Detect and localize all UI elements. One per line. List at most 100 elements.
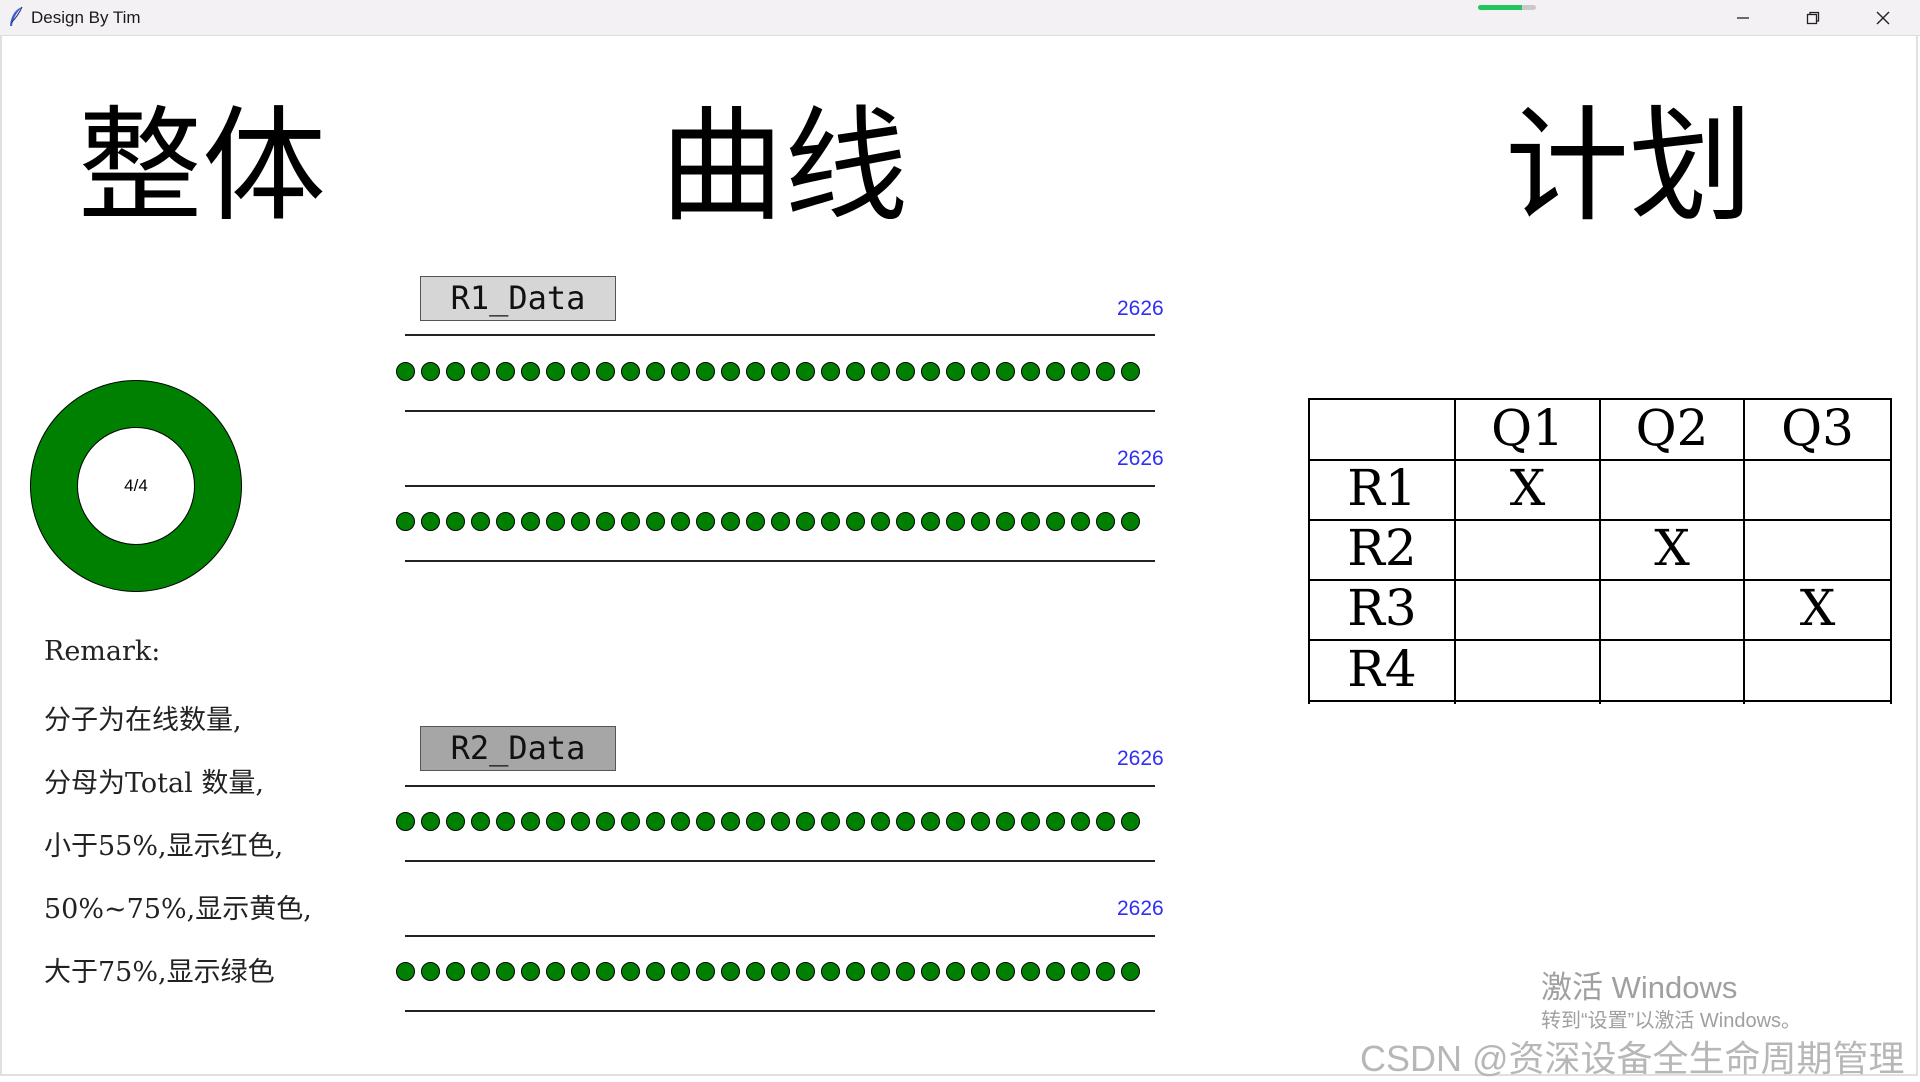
r2-data-button[interactable]: R2_Data <box>420 726 616 771</box>
status-dot <box>871 962 890 981</box>
status-dot <box>821 512 840 531</box>
status-dot <box>596 812 615 831</box>
plan-cell: X <box>1654 519 1690 577</box>
status-dot <box>1021 812 1040 831</box>
divider <box>405 410 1155 412</box>
status-dot <box>746 362 765 381</box>
status-dot <box>1046 812 1065 831</box>
curve-heading: 曲线 <box>660 95 909 239</box>
dot-row <box>396 811 1146 833</box>
status-dot <box>946 362 965 381</box>
divider <box>405 785 1155 787</box>
status-dot <box>521 362 540 381</box>
status-dot <box>1046 512 1065 531</box>
restore-button[interactable] <box>1778 0 1848 35</box>
status-dot <box>496 512 515 531</box>
status-dot <box>446 962 465 981</box>
status-dot <box>771 362 790 381</box>
status-dot <box>521 512 540 531</box>
divider <box>405 935 1155 937</box>
status-dot <box>746 962 765 981</box>
status-dot <box>1096 812 1115 831</box>
status-dot <box>646 362 665 381</box>
status-dot <box>1071 512 1090 531</box>
minimize-button[interactable] <box>1708 0 1778 35</box>
dot-row <box>396 361 1146 383</box>
status-dot <box>821 812 840 831</box>
status-dot <box>446 362 465 381</box>
status-dot <box>671 362 690 381</box>
status-dot <box>921 512 940 531</box>
status-dot <box>896 962 915 981</box>
status-dot <box>621 962 640 981</box>
status-dot <box>1046 362 1065 381</box>
restore-icon <box>1806 11 1820 25</box>
dot-row <box>396 961 1146 983</box>
status-dot <box>796 512 815 531</box>
status-dot <box>871 362 890 381</box>
count-label: 2626 <box>1117 747 1164 770</box>
status-dot <box>446 812 465 831</box>
status-dot <box>821 362 840 381</box>
status-dot <box>996 362 1015 381</box>
status-dot <box>646 812 665 831</box>
status-dot <box>1071 812 1090 831</box>
status-dot <box>1046 962 1065 981</box>
status-dot <box>396 812 415 831</box>
status-dot <box>1096 512 1115 531</box>
status-dot <box>571 362 590 381</box>
status-dot <box>471 362 490 381</box>
status-dot <box>871 812 890 831</box>
r1-data-button[interactable]: R1_Data <box>420 276 616 321</box>
status-dot <box>571 962 590 981</box>
status-dot <box>746 812 765 831</box>
status-dot <box>646 512 665 531</box>
status-dot <box>546 812 565 831</box>
status-dot <box>696 512 715 531</box>
status-dot <box>721 812 740 831</box>
status-dot <box>846 362 865 381</box>
status-dot <box>471 512 490 531</box>
status-dot <box>1096 962 1115 981</box>
remark-line: 分子为在线数量, <box>44 705 242 736</box>
csdn-watermark: CSDN @资深设备全生命周期管理 <box>1360 1038 1905 1079</box>
column-header-q1: Q1 <box>1491 398 1564 457</box>
count-label: 2626 <box>1117 297 1164 320</box>
plan-heading: 计划 <box>1505 95 1754 239</box>
status-dot <box>946 512 965 531</box>
remark-line: 分母为Total 数量, <box>44 768 264 799</box>
divider <box>405 560 1155 562</box>
status-dot <box>1021 362 1040 381</box>
status-dot <box>496 812 515 831</box>
remark-line: 大于75%,显示绿色 <box>44 957 275 988</box>
count-label: 2626 <box>1117 897 1164 920</box>
status-dot <box>946 962 965 981</box>
status-dot <box>721 512 740 531</box>
status-dot <box>971 362 990 381</box>
count-label: 2626 <box>1117 447 1164 470</box>
status-dot <box>396 512 415 531</box>
status-dot <box>846 962 865 981</box>
status-dot <box>671 962 690 981</box>
status-dot <box>696 812 715 831</box>
row-header-r2: R2 <box>1347 519 1417 577</box>
status-dot <box>1121 812 1140 831</box>
status-dot <box>571 512 590 531</box>
plan-table: Q1 Q2 Q3 R1 X R2 X R3 X R4 <box>1308 398 1892 704</box>
status-dot <box>421 362 440 381</box>
dot-row <box>396 511 1146 533</box>
status-dot <box>396 962 415 981</box>
status-dot <box>846 812 865 831</box>
overall-ring-gauge: 4/4 <box>30 380 242 592</box>
status-dot <box>546 962 565 981</box>
status-dot <box>1121 512 1140 531</box>
windows-activation-watermark: 激活 Windows <box>1541 970 1738 1005</box>
close-button[interactable] <box>1848 0 1918 35</box>
status-dot <box>771 812 790 831</box>
status-dot <box>996 812 1015 831</box>
status-dot <box>546 362 565 381</box>
status-dot <box>971 812 990 831</box>
status-dot <box>696 362 715 381</box>
status-dot <box>796 962 815 981</box>
status-dot <box>871 512 890 531</box>
